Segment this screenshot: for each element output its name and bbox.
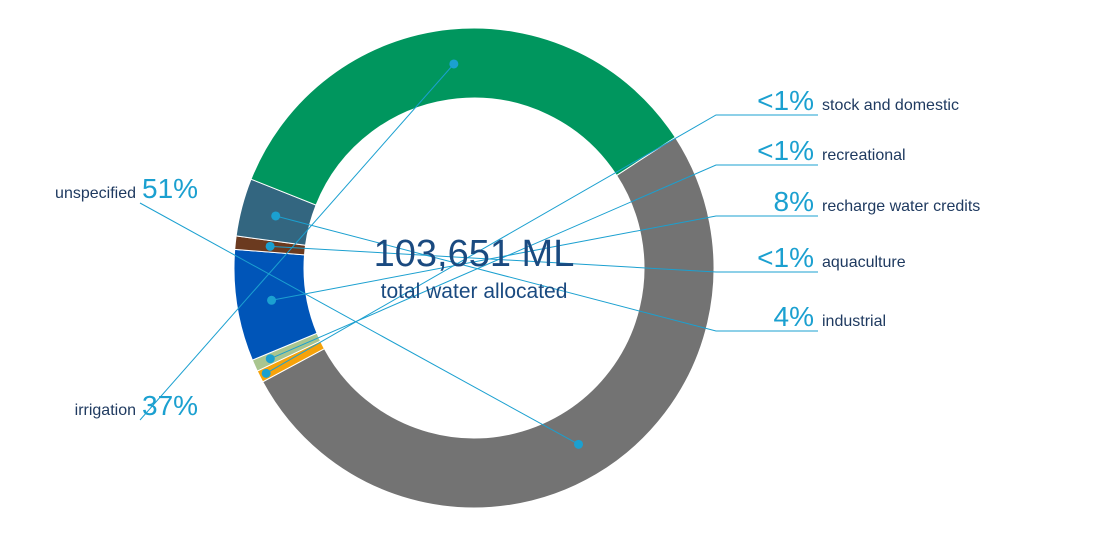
slice-unspecified	[262, 136, 715, 509]
percent-label-recreational: <1%	[757, 135, 814, 166]
slice-irrigation	[250, 27, 676, 206]
category-label-unspecified: unspecified	[55, 185, 136, 202]
leader-dot-stock-and-domestic	[261, 368, 271, 378]
percent-label-recharge-water-credits: 8%	[774, 186, 814, 217]
leader-dot-aquaculture	[265, 241, 275, 251]
percent-label-industrial: 4%	[774, 301, 814, 332]
percent-label-stock-and-domestic: <1%	[757, 85, 814, 116]
center-caption: total water allocated	[381, 280, 568, 303]
leader-dot-unspecified	[574, 439, 584, 449]
category-label-aquaculture: aquaculture	[822, 254, 906, 271]
category-label-stock-and-domestic: stock and domestic	[822, 97, 959, 114]
category-label-industrial: industrial	[822, 313, 886, 330]
percent-label-unspecified: 51%	[142, 173, 198, 204]
percent-label-aquaculture: <1%	[757, 242, 814, 273]
leader-dot-recreational	[265, 354, 275, 364]
category-label-irrigation: irrigation	[75, 402, 136, 419]
leader-dot-industrial	[271, 211, 281, 221]
donut-chart: 51% unspecified <1% stock and domestic <1% re…	[55, 27, 980, 509]
category-label-recreational: recreational	[822, 147, 906, 164]
center-total-value: 103,651 ML	[374, 233, 575, 275]
percent-label-irrigation: 37%	[142, 390, 198, 421]
leader-dot-recharge-water-credits	[267, 295, 277, 305]
leader-dot-irrigation	[449, 59, 459, 69]
category-label-recharge-water-credits: recharge water credits	[822, 198, 980, 215]
